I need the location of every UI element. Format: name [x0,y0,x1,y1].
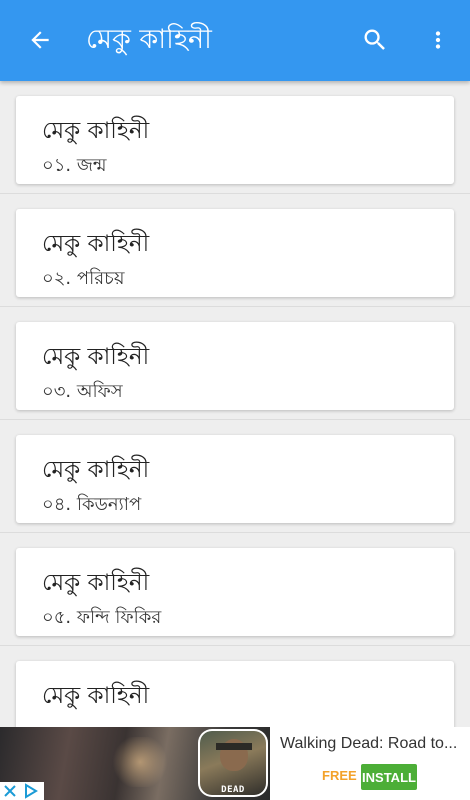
story-title: মেকু কাহিনী [42,683,150,709]
list-row: মেকু কাহিনী ০৪. কিডন্যাপ [0,420,470,533]
ad-controls [0,782,44,800]
ad-close-icon[interactable] [0,782,20,800]
ad-banner[interactable]: DEAD Walking Dead: Road to... FREE INSTA… [0,727,470,800]
story-subtitle: ০৪. কিডন্যাপ [42,494,142,515]
story-subtitle: ০২. পরিচয় [42,268,125,289]
more-vert-icon [435,31,441,49]
list-row: মেকু কাহিনী ০২. পরিচয় [0,194,470,307]
list-row: মেকু কাহিনী ০৫. ফন্দি ফিকির [0,533,470,646]
story-list: মেকু কাহিনী ০১. জন্ম মেকু কাহিনী ০২. পরি… [0,81,470,759]
story-card[interactable]: মেকু কাহিনী ০২. পরিচয় [16,209,454,297]
search-button[interactable] [357,22,393,58]
story-title: মেকু কাহিনী [42,118,150,144]
story-title: মেকু কাহিনী [42,231,150,257]
back-button[interactable] [22,22,58,58]
story-subtitle: ০৫. ফন্দি ফিকির [42,607,162,628]
story-title: মেকু কাহিনী [42,570,150,596]
ad-title[interactable]: Walking Dead: Road to... [280,735,466,753]
arrow-back-icon [31,31,49,49]
app-bar: মেকু কাহিনী [0,0,470,81]
story-title: মেকু কাহিনী [42,457,150,483]
story-card[interactable]: মেকু কাহিনী ০১. জন্ম [16,96,454,184]
ad-install-button[interactable]: INSTALL [361,764,417,790]
ad-icon-headband [216,743,252,750]
story-subtitle: ০৩. অফিস [42,381,123,402]
story-card[interactable]: মেকু কাহিনী ০৫. ফন্দি ফিকির [16,548,454,636]
search-icon [364,29,385,50]
list-row: মেকু কাহিনী ০১. জন্ম [0,81,470,194]
app-title: মেকু কাহিনী [86,24,212,55]
story-card[interactable]: মেকু কাহিনী ০৩. অফিস [16,322,454,410]
overflow-menu-button[interactable] [420,22,456,58]
story-card[interactable]: মেকু কাহিনী ০৪. কিডন্যাপ [16,435,454,523]
ad-price: FREE [322,768,357,783]
ad-app-icon[interactable]: DEAD [198,729,268,797]
list-row: মেকু কাহিনী ০৩. অফিস [0,307,470,420]
adchoices-icon[interactable] [20,782,40,800]
ad-icon-brand: DEAD [221,785,245,795]
story-title: মেকু কাহিনী [42,344,150,370]
ad-image-highlight [110,737,170,787]
story-subtitle: ০১. জন্ম [42,155,107,176]
